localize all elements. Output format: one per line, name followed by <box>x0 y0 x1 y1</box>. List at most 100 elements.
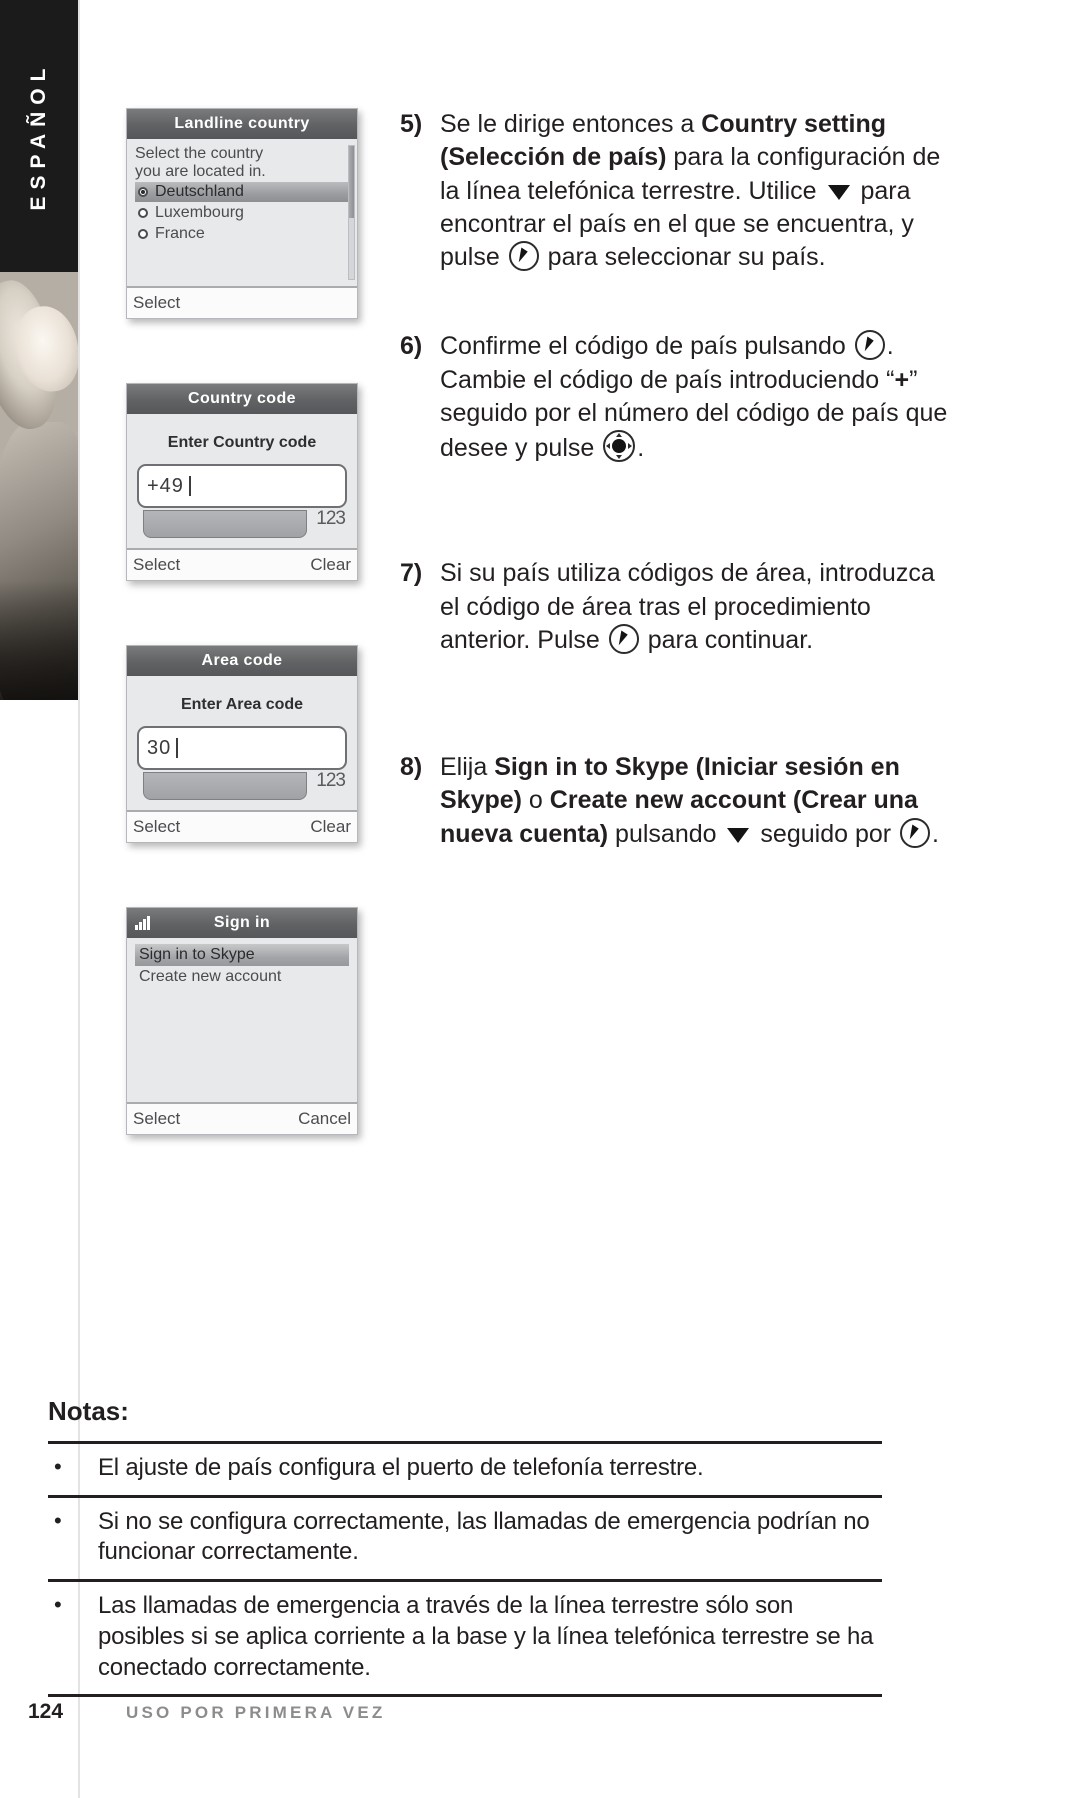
screen-body: Sign in to Skype Create new account <box>127 938 357 1103</box>
step-5: 5) Se le dirige entonces a Country setti… <box>400 108 960 274</box>
signal-icon <box>135 916 150 931</box>
screen-title: Landline country <box>174 115 310 132</box>
option-luxembourg[interactable]: Luxembourg <box>135 203 349 223</box>
radio-icon <box>138 208 148 219</box>
screen-body: Enter Area code 30 123 <box>127 676 357 811</box>
step-number: 6) <box>400 332 423 361</box>
note-item: • Las llamadas de emergencia a través de… <box>48 1582 882 1694</box>
softkey-left[interactable]: Select <box>133 555 180 575</box>
note-text: El ajuste de país configura el puerto de… <box>98 1454 704 1481</box>
option-label: Deutschland <box>155 183 244 201</box>
option-label: France <box>155 225 205 243</box>
language-tab-label: ESPAÑOL <box>27 61 50 211</box>
screen-body: Select the country you are located in. D… <box>127 139 357 287</box>
country-code-input[interactable]: +49 <box>137 464 347 509</box>
screen-title-bar: Country code <box>127 384 357 415</box>
screen-title-bar: Sign in <box>127 908 357 939</box>
bullet-icon: • <box>54 1592 62 1618</box>
input-mode-indicator: 123 <box>316 508 346 530</box>
notes-section: Notas: • El ajuste de país configura el … <box>48 1396 882 1698</box>
softkey-bar: Select Clear <box>127 810 357 843</box>
softkey-right[interactable]: Cancel <box>298 1109 351 1129</box>
option-deutschland[interactable]: Deutschland <box>135 182 349 203</box>
screen-country-code: Country code Enter Country code +49 123 … <box>126 383 358 582</box>
note-text: Si no se configura correctamente, las ll… <box>98 1507 870 1566</box>
screen-heading: Enter Country code <box>167 434 317 452</box>
screen-landline-country: Landline country Select the country you … <box>126 108 358 320</box>
hint-line-2: you are located in. <box>135 163 266 181</box>
radio-selected-icon <box>138 187 148 198</box>
ok-circle-icon <box>900 817 931 848</box>
softkey-right[interactable]: Clear <box>310 817 351 837</box>
screen-sign-in: Sign in Sign in to Skype Create new acco… <box>126 907 358 1136</box>
input-value: 30 <box>147 736 172 759</box>
page-footer: 124 USO POR PRIMERA VEZ <box>0 1700 1080 1740</box>
step-text-fragment: . <box>637 434 645 462</box>
step-text-bold: + <box>894 365 910 394</box>
step-text-fragment: pulsando <box>608 819 724 848</box>
screen-title: Area code <box>201 652 283 670</box>
step-text-fragment: Elija <box>440 753 495 781</box>
text-caret <box>176 738 179 759</box>
step-body: Si su país utiliza códigos de área, intr… <box>440 557 960 657</box>
option-label: Luxembourg <box>155 204 244 222</box>
step-body: Confirme el código de país pulsando . Ca… <box>440 330 960 465</box>
radio-icon <box>138 229 148 240</box>
screen-area-code: Area code Enter Area code 30 123 Select … <box>126 645 358 844</box>
option-france[interactable]: France <box>135 224 349 244</box>
input-shadow-bar: 123 <box>137 508 347 540</box>
input-shadow-bar: 123 <box>137 770 347 802</box>
screen-title-bar: Landline country <box>127 109 357 139</box>
softkey-bar: Select Clear <box>127 548 357 581</box>
menu-item-create-new-account[interactable]: Create new account <box>135 966 349 988</box>
screen-body: Enter Country code +49 123 <box>127 414 357 549</box>
screen-title-bar: Area code <box>127 646 357 677</box>
page-number: 124 <box>28 1700 64 1723</box>
softkey-bar: Select Cancel <box>127 1102 357 1135</box>
step-text-fragment: seguido por <box>753 819 899 848</box>
ok-circle-icon <box>608 623 639 654</box>
note-item: • El ajuste de país configura el puerto … <box>48 1444 882 1495</box>
device-screens-column: Landline country Select the country you … <box>126 108 374 1199</box>
softkey-left[interactable]: Select <box>133 817 180 837</box>
step-7: 7) Si su país utiliza códigos de área, i… <box>400 557 960 657</box>
down-arrow-icon <box>727 827 750 843</box>
step-number: 7) <box>400 559 423 588</box>
step-number: 5) <box>400 110 423 138</box>
hint-line-1: Select the country <box>135 145 264 162</box>
step-text-fragment: Confirme el código de país pulsando <box>440 332 853 361</box>
scrollbar[interactable] <box>348 145 355 281</box>
step-text-fragment: para seleccionar su país. <box>540 243 826 271</box>
screen-heading: Enter Area code <box>180 696 304 714</box>
area-code-input[interactable]: 30 <box>137 726 347 771</box>
note-text: Las llamadas de emergencia a través de l… <box>98 1592 874 1681</box>
footer-section-label: USO POR PRIMERA VEZ <box>126 1703 386 1722</box>
language-tab: ESPAÑOL <box>0 0 78 272</box>
step-body: Elija Sign in to Skype (Iniciar sesión e… <box>440 751 960 851</box>
ok-circle-icon <box>508 241 539 271</box>
softkey-left[interactable]: Select <box>133 293 180 313</box>
text-caret <box>188 476 191 497</box>
bullet-icon: • <box>54 1454 62 1479</box>
input-mode-indicator: 123 <box>316 770 346 792</box>
bullet-icon: • <box>54 1507 62 1533</box>
step-body: Se le dirige entonces a Country setting … <box>440 108 960 274</box>
decorative-photo <box>0 272 78 700</box>
notes-title: Notas: <box>48 1396 129 1426</box>
softkey-right[interactable]: Clear <box>310 555 351 575</box>
softkey-left[interactable]: Select <box>133 1109 180 1129</box>
screen-title: Sign in <box>213 914 271 932</box>
notes-divider <box>48 1694 882 1698</box>
note-item: • Si no se configura correctamente, las … <box>48 1498 882 1579</box>
screen-title: Country code <box>188 390 296 408</box>
step-text-fragment: o <box>521 786 550 815</box>
input-value: +49 <box>147 474 184 497</box>
step-number: 8) <box>400 753 423 781</box>
step-text-fragment: . <box>932 819 939 848</box>
menu-item-sign-in-to-skype[interactable]: Sign in to Skype <box>135 944 349 967</box>
scrollbar-thumb[interactable] <box>349 146 354 219</box>
nav-pad-icon <box>603 430 636 462</box>
step-text-fragment: para continuar. <box>640 625 814 654</box>
step-text-fragment: Se le dirige entonces a <box>440 110 702 138</box>
step-8: 8) Elija Sign in to Skype (Iniciar sesió… <box>400 751 960 851</box>
